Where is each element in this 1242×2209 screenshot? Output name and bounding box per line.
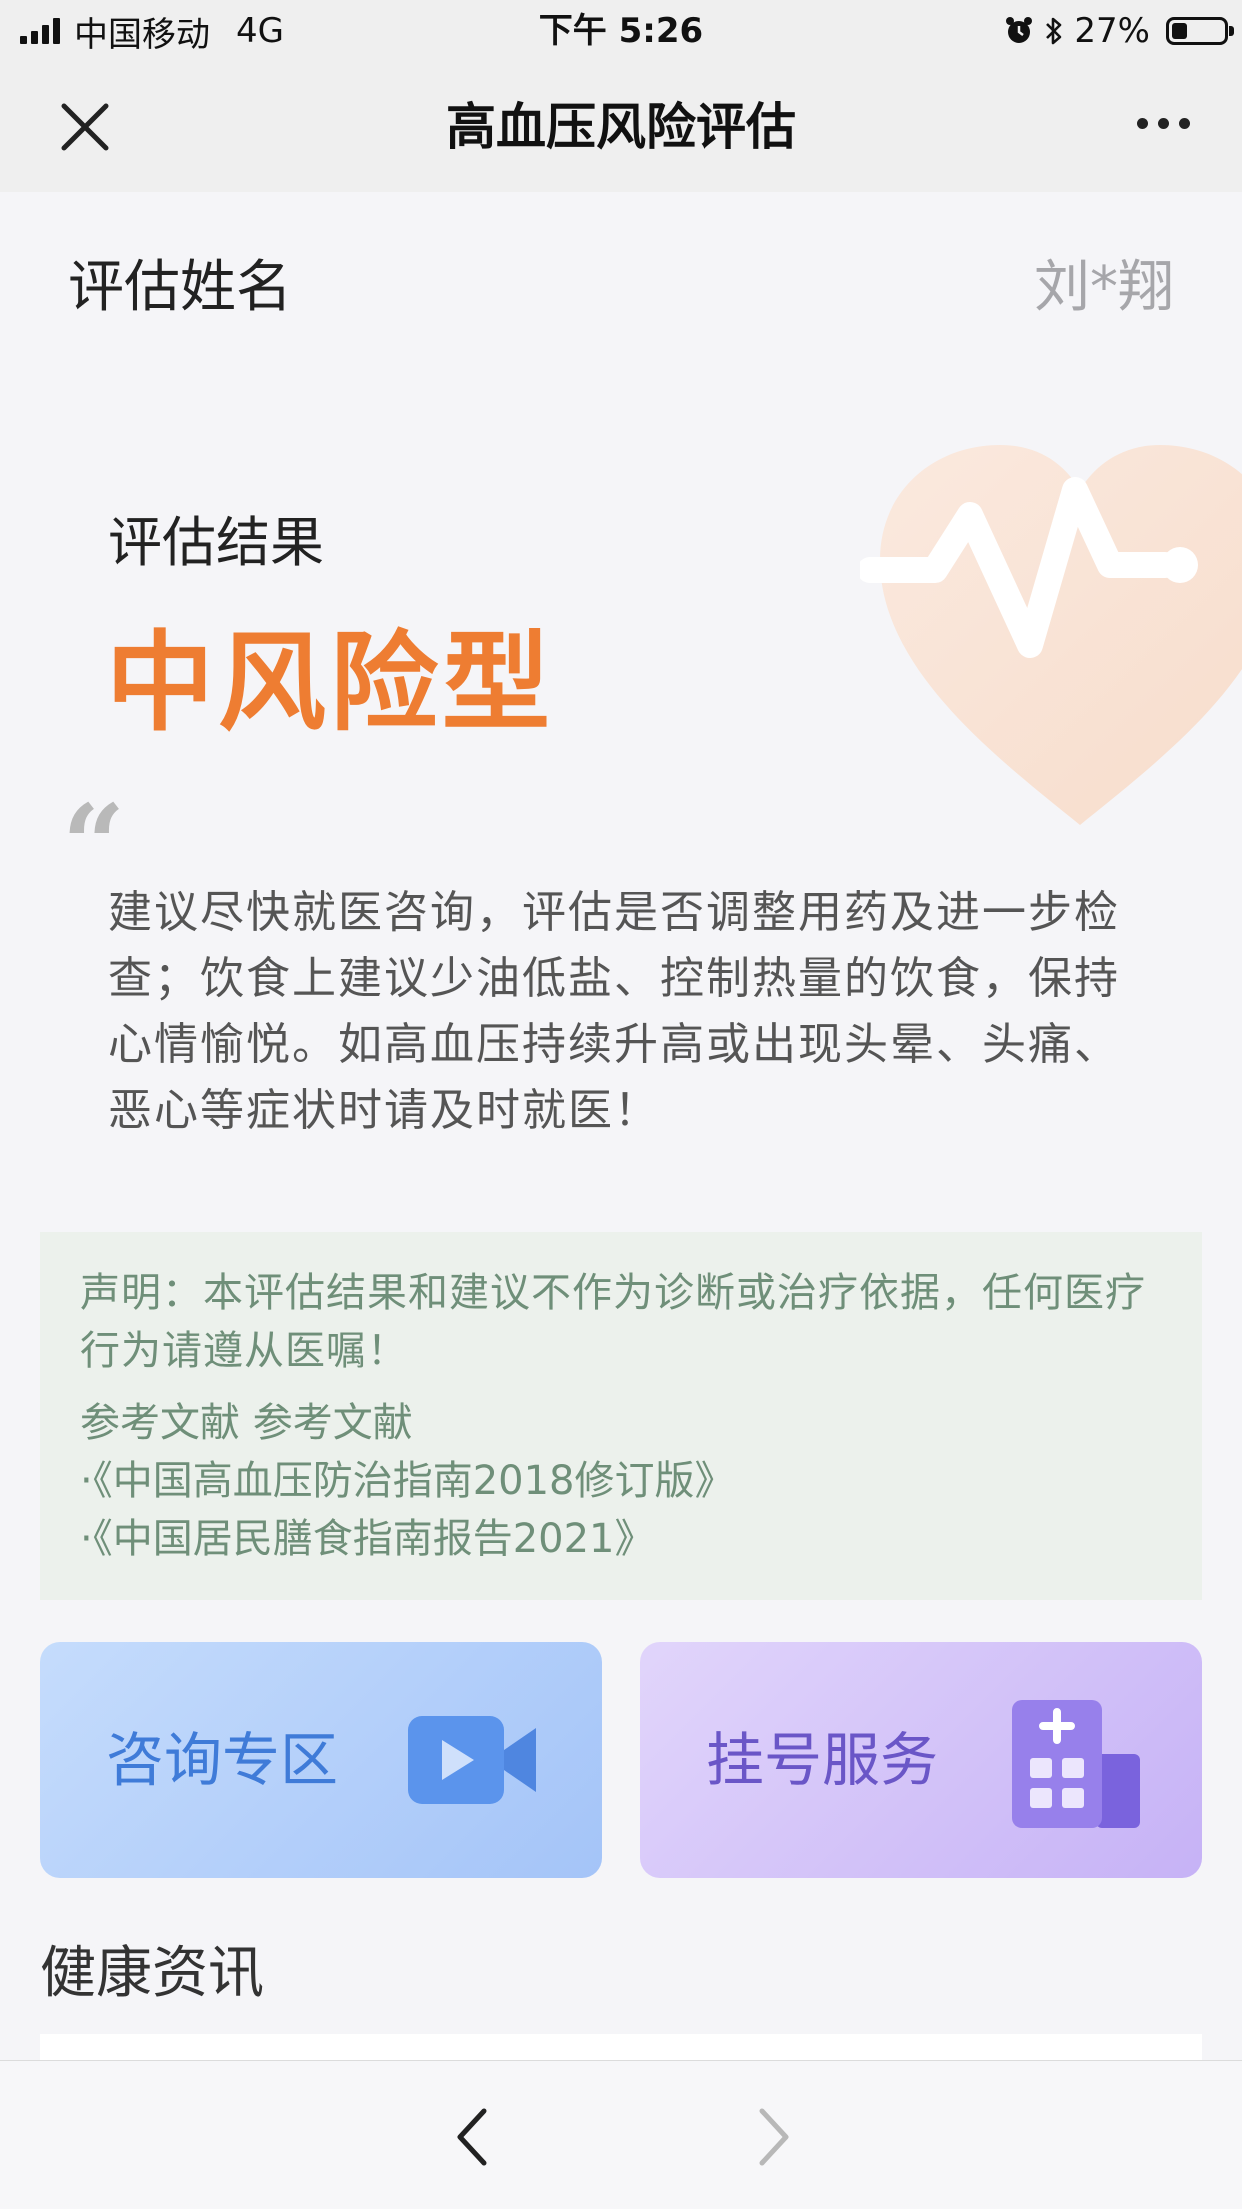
reference-item: ·《中国居民膳食指南报告2021》 xyxy=(80,1516,655,1562)
disclaimer-box: 声明：本评估结果和建议不作为诊断或治疗依据，任何医疗行为请遵从医嘱！ 参考文献 … xyxy=(40,1232,1202,1600)
hospital-icon xyxy=(1012,1700,1140,1828)
forward-arrow-icon[interactable] xyxy=(748,2105,798,2169)
advice-text: 建议尽快就医咨询，评估是否调整用药及进一步检查；饮食上建议少油低盐、控制热量的饮… xyxy=(108,887,1120,1136)
result-label: 评估结果 xyxy=(108,511,324,574)
bottom-nav-bar xyxy=(0,2060,1242,2209)
bluetooth-icon xyxy=(1046,17,1062,45)
status-bar: 中国移动 4G 下午 5:26 27% xyxy=(0,0,1242,62)
battery-level xyxy=(1172,23,1188,39)
heart-pulse-icon xyxy=(860,445,1242,825)
back-arrow-icon[interactable] xyxy=(448,2105,498,2169)
result-value: 中风险型 xyxy=(106,621,555,746)
register-card[interactable]: 挂号服务 xyxy=(640,1642,1202,1878)
alarm-icon xyxy=(1006,17,1033,43)
name-label: 评估姓名 xyxy=(68,254,292,320)
assessment-name-row: 评估姓名 刘*翔 xyxy=(68,240,1174,324)
battery-icon xyxy=(1166,17,1234,45)
consult-label: 咨询专区 xyxy=(106,1726,339,1794)
battery-percent: 27% xyxy=(1074,11,1150,51)
name-value: 刘*翔 xyxy=(1034,254,1174,320)
video-camera-icon xyxy=(408,1716,536,1804)
references: 参考文献 参考文献 ·《中国高血压防治指南2018修订版》 ·《中国居民膳食指南… xyxy=(80,1394,1162,1568)
consult-card[interactable]: 咨询专区 xyxy=(40,1642,602,1878)
more-icon[interactable] xyxy=(1137,118,1190,129)
status-right: 27% xyxy=(1004,8,1234,54)
references-title: 参考文献 参考文献 xyxy=(80,1400,413,1446)
page-title: 高血压风险评估 xyxy=(446,98,796,156)
register-label: 挂号服务 xyxy=(706,1726,939,1794)
nav-bar: 高血压风险评估 xyxy=(0,62,1242,192)
health-news-title: 健康资讯 xyxy=(40,1941,264,2006)
reference-item: ·《中国高血压防治指南2018修订版》 xyxy=(80,1458,735,1504)
disclaimer-statement: 声明：本评估结果和建议不作为诊断或治疗依据，任何医疗行为请遵从医嘱！ xyxy=(80,1270,1146,1374)
